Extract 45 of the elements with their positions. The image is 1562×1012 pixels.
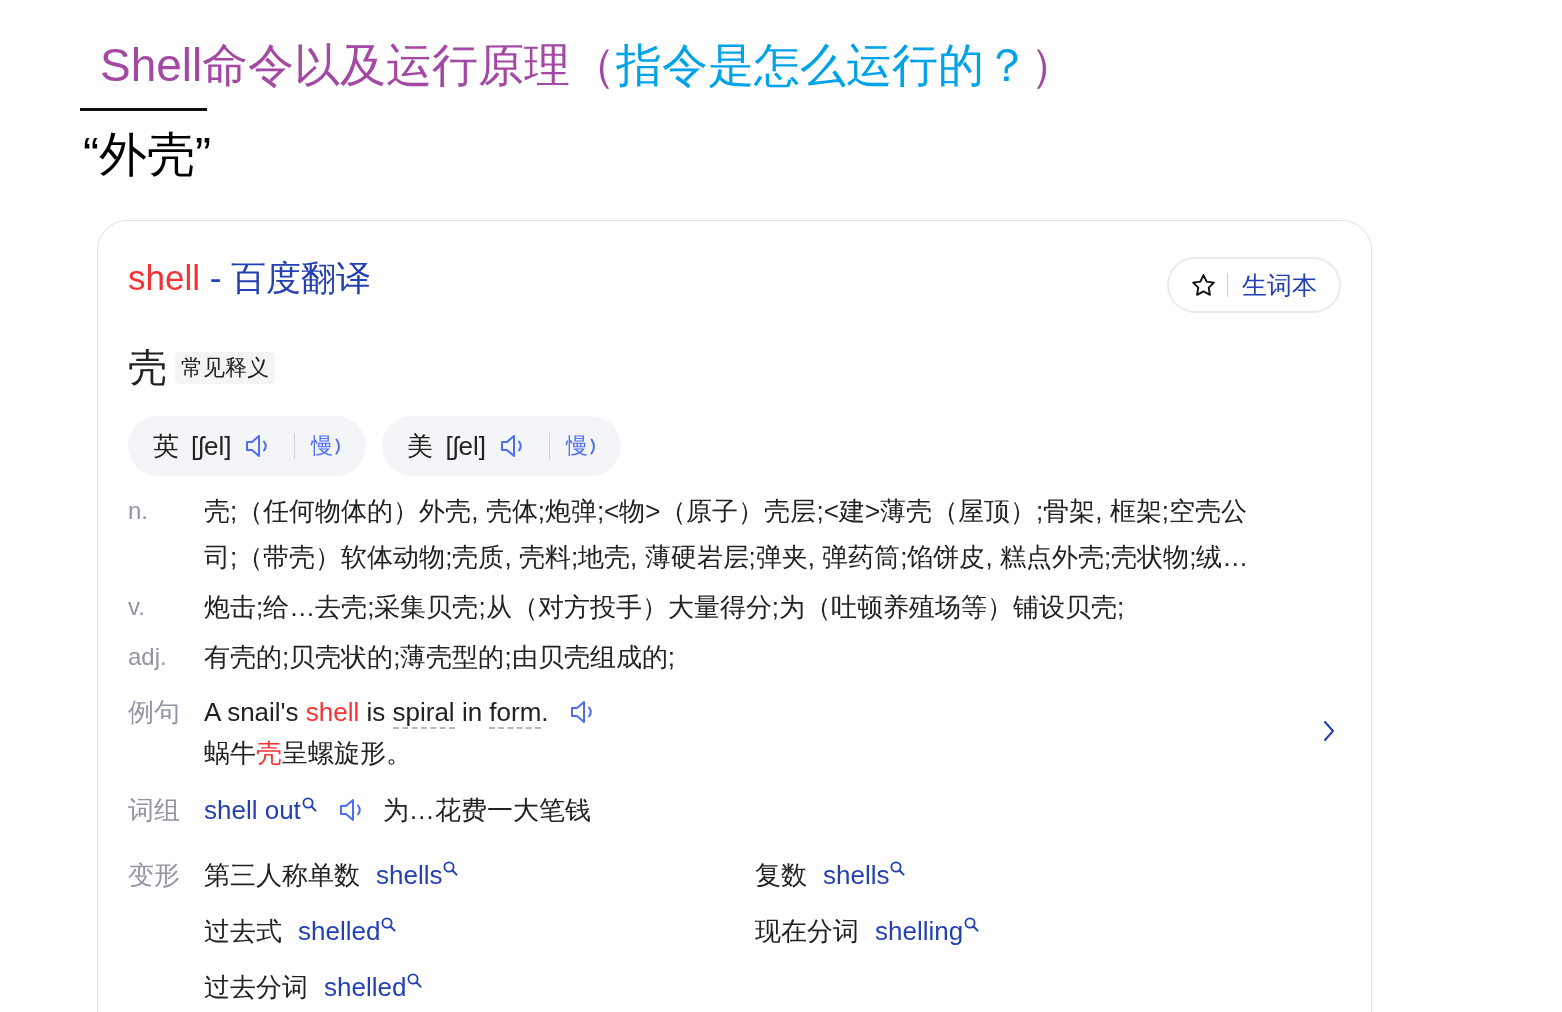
section-label: 变形 — [128, 859, 181, 892]
title-link[interactable]: shell - 百度翻译 — [128, 253, 372, 303]
search-icon[interactable] — [890, 861, 906, 876]
definition-text: 炮击;给…去壳;采集贝壳;从（对方投手）大量得分;为（吐顿养殖场等）铺设贝壳; — [204, 591, 1126, 624]
region-label: 英 — [153, 429, 179, 463]
form-link[interactable]: shelling — [875, 911, 964, 951]
slow-play-button[interactable]: 慢 — [311, 431, 343, 461]
sound-wave-icon — [335, 437, 343, 455]
part-of-speech-label: n. — [128, 496, 149, 526]
section-label: 例句 — [128, 696, 181, 729]
search-icon[interactable] — [381, 917, 397, 932]
headword: 壳 — [128, 345, 167, 391]
slow-play-button[interactable]: 慢 — [565, 431, 597, 461]
sound-wave-icon — [589, 437, 597, 455]
form-name: 现在分词 — [755, 915, 859, 948]
form-name: 过去式 — [204, 915, 282, 948]
search-icon[interactable] — [443, 861, 459, 876]
form-link[interactable]: shells — [823, 855, 890, 895]
example-sentence: A snail's shell is spiral in form. — [204, 696, 549, 731]
form-name: 第三人称单数 — [204, 859, 360, 892]
form-name: 复数 — [755, 859, 807, 892]
region-label: 美 — [407, 429, 434, 463]
phrase-link[interactable]: shell out — [204, 787, 301, 833]
chevron-right-icon[interactable] — [1323, 720, 1335, 742]
search-icon[interactable] — [301, 797, 317, 812]
page-heading: Shell命令以及运行原理（指令是怎么运行的？） — [100, 38, 1077, 93]
definition-text: 有壳的;贝壳状的;薄壳型的;由贝壳组成的; — [204, 641, 676, 674]
subheading: “外壳” — [83, 127, 211, 183]
wordbook-button[interactable]: 生词本 — [1167, 257, 1341, 313]
part-of-speech-label: adj. — [128, 642, 168, 672]
form-name: 过去分词 — [204, 971, 308, 1004]
phonetic: [ʃel] — [445, 430, 486, 462]
star-icon — [1192, 274, 1215, 296]
search-icon[interactable] — [407, 973, 423, 988]
form-link[interactable]: shelled — [324, 967, 407, 1007]
search-icon[interactable] — [964, 917, 980, 932]
phonetic: [ʃel] — [191, 430, 232, 462]
form-link[interactable]: shelled — [298, 911, 381, 951]
definition-text: 壳;（任何物体的）外壳, 壳体;炮弹;<物>（原子）壳层;<建>薄壳（屋顶）;骨架, 框架;空壳公司;（带壳）软体动物;壳质, 壳料;地壳, 薄硬岩层;弹夹, 弹药筒;馅饼皮, 糕点外壳;壳状物;绒… — [204, 495, 1250, 574]
form-link[interactable]: shells — [376, 855, 443, 895]
meaning-tag: 常见释义 — [175, 352, 275, 384]
part-of-speech-label: v. — [128, 592, 146, 622]
phrase-meaning: 为…花费一大笔钱 — [382, 794, 591, 827]
section-label: 词组 — [128, 794, 181, 827]
example-translation: 蜗牛壳呈螺旋形。 — [204, 737, 412, 770]
